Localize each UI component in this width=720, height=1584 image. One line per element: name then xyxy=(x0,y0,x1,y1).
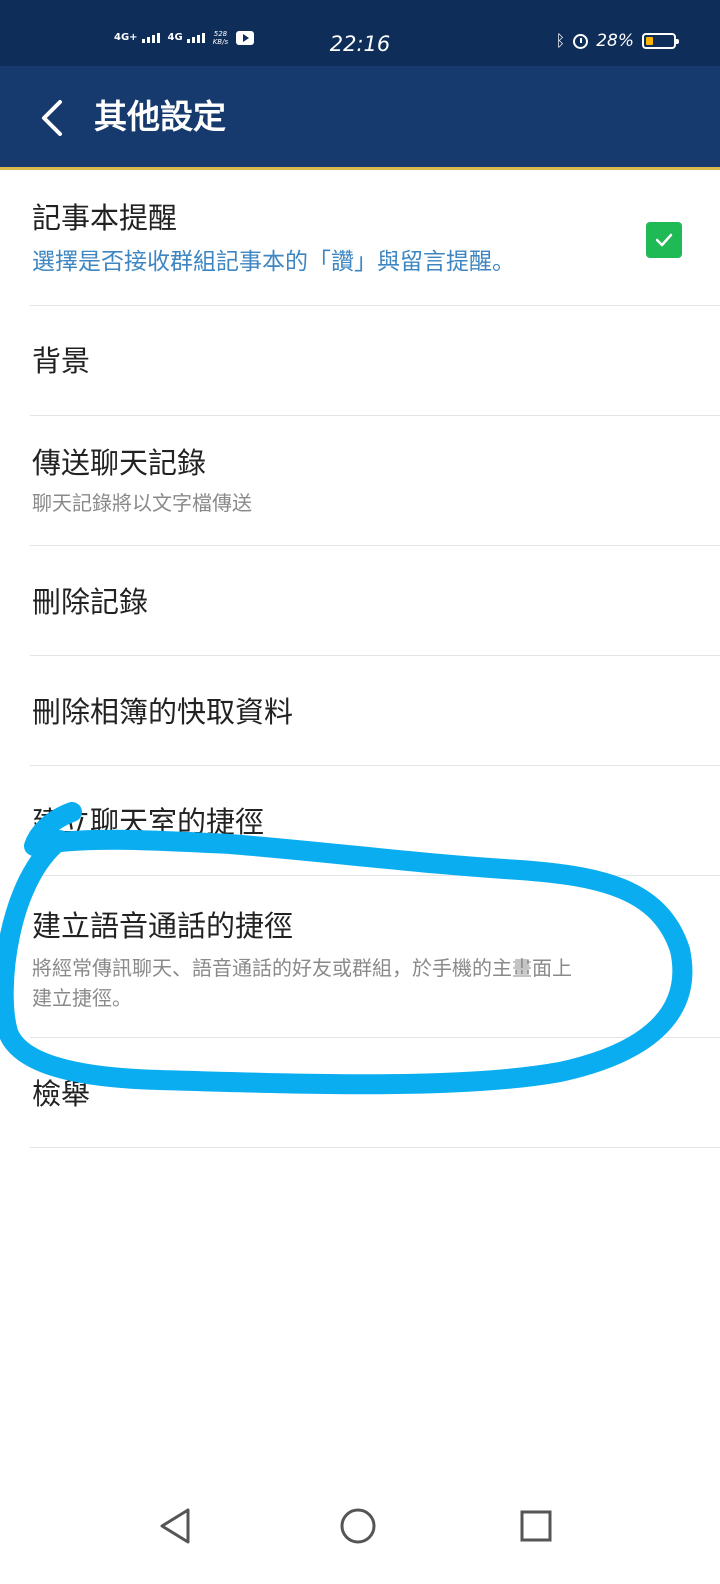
battery-percent: 28% xyxy=(596,31,634,51)
bluetooth-icon: ᛒ xyxy=(555,31,566,50)
setting-note-reminder[interactable]: 記事本提醒 選擇是否接收群組記事本的「讚」與留言提醒。 xyxy=(0,170,720,306)
setting-title: 傳送聊天記錄 xyxy=(32,446,207,480)
nav-recents-button[interactable] xyxy=(514,1504,558,1548)
page-title: 其他設定 xyxy=(94,97,226,136)
divider xyxy=(30,1147,720,1148)
setting-title: 建立聊天室的捷徑 xyxy=(32,805,265,839)
navigation-bar xyxy=(0,1480,720,1584)
status-bar: 4G+ 4G 528 KB/s 22:16 ᛒ 28% xyxy=(0,0,720,66)
setting-title: 背景 xyxy=(32,344,91,378)
setting-send-chat-history[interactable]: 傳送聊天記錄 聊天記錄將以文字檔傳送 xyxy=(0,416,720,546)
recents-square-icon xyxy=(520,1510,552,1542)
status-right: ᛒ 28% xyxy=(555,31,679,51)
setting-delete-album-cache[interactable]: 刪除相簿的快取資料 xyxy=(0,656,720,766)
back-button[interactable] xyxy=(34,96,74,140)
alarm-icon xyxy=(573,33,589,49)
setting-subtitle-line2: 建立捷徑。 xyxy=(32,986,132,1010)
setting-chat-shortcut[interactable]: 建立聊天室的捷徑 xyxy=(0,766,720,876)
nav-home-button[interactable] xyxy=(336,1504,380,1548)
checkmark-icon xyxy=(655,233,673,247)
battery-icon xyxy=(642,33,679,49)
setting-subtitle: 聊天記錄將以文字檔傳送 xyxy=(32,491,252,515)
home-circle-icon xyxy=(340,1508,376,1544)
setting-title: 檢舉 xyxy=(32,1077,91,1111)
back-triangle-icon xyxy=(160,1508,190,1544)
setting-subtitle-line1: 將經常傳訊聊天、語音通話的好友或群組，於手機的主畫面上 xyxy=(32,956,572,980)
app-header: 其他設定 xyxy=(0,66,720,170)
note-reminder-checkbox[interactable] xyxy=(646,222,682,258)
setting-background[interactable]: 背景 xyxy=(0,306,720,416)
chevron-left-icon xyxy=(42,100,62,136)
setting-title: 刪除相簿的快取資料 xyxy=(32,695,294,729)
battery-fill xyxy=(646,37,653,45)
setting-title: 建立語音通話的捷徑 xyxy=(32,909,294,943)
setting-voice-call-shortcut[interactable]: 建立語音通話的捷徑 將經常傳訊聊天、語音通話的好友或群組，於手機的主畫面上 建立… xyxy=(0,876,720,1038)
setting-title: 刪除記錄 xyxy=(32,585,149,619)
setting-title: 記事本提醒 xyxy=(32,201,178,235)
setting-delete-history[interactable]: 刪除記錄 xyxy=(0,546,720,656)
nav-back-button[interactable] xyxy=(154,1504,198,1548)
setting-report[interactable]: 檢舉 xyxy=(0,1038,720,1148)
setting-subtitle: 選擇是否接收群組記事本的「讚」與留言提醒。 xyxy=(32,249,515,275)
